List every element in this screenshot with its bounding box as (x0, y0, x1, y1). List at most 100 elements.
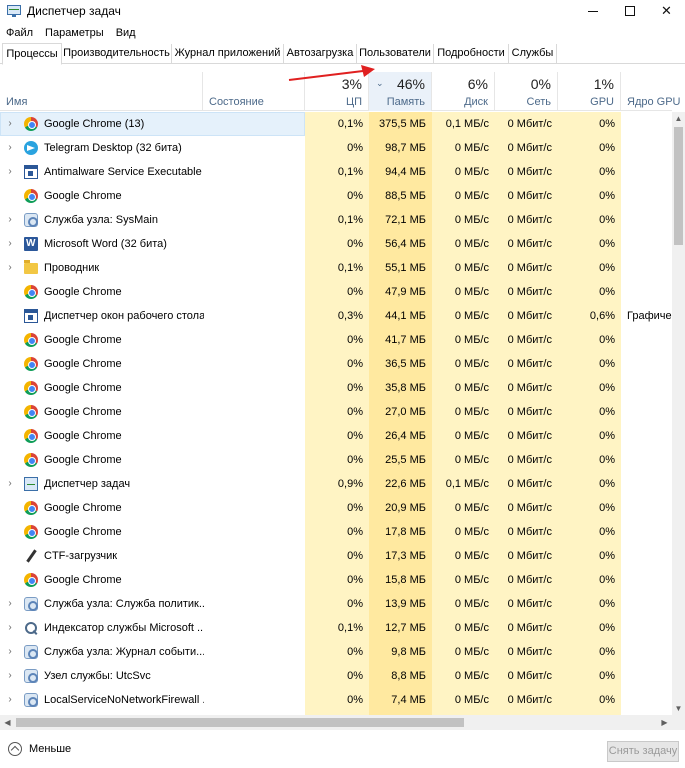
tab-startup[interactable]: Автозагрузка (284, 44, 357, 64)
process-row[interactable]: › LocalServiceNoNetworkFirewall ... 0% 7,4 … (0, 688, 672, 712)
cpu-value: 0,1% (337, 118, 363, 130)
process-row[interactable]: Диспетчер окон рабочего стола 0,3% 44,1 МБ… (0, 304, 672, 328)
end-task-button[interactable]: Снять задачу (607, 741, 679, 762)
process-row[interactable]: Google Chrome 0% 41,7 МБ 0 МБ/с 0 Мбит/с 0% (0, 328, 672, 352)
process-row[interactable]: › Служба узла: SysMain 0,1% 72,1 МБ 0 МБ/с 0 … (0, 208, 672, 232)
expand-chevron-icon[interactable]: › (5, 160, 15, 184)
horizontal-scroll-thumb[interactable] (16, 718, 464, 727)
memory-value: 41,7 МБ (385, 334, 426, 346)
tab-users[interactable]: Пользователи (357, 44, 434, 64)
expand-chevron-icon[interactable]: › (5, 112, 15, 136)
column-header-disk[interactable]: 6% Диск (432, 72, 495, 111)
gpu-value: 0% (599, 502, 615, 514)
maximize-button[interactable] (611, 0, 648, 22)
process-row[interactable]: › Диспетчер задач 0,9% 22,6 МБ 0,1 МБ/с 0 Мби… (0, 472, 672, 496)
cpu-value: 0% (347, 190, 363, 202)
network-value: 0 Мбит/с (507, 190, 552, 202)
process-row[interactable]: Google Chrome 0% 47,9 МБ 0 МБ/с 0 Мбит/с 0% (0, 280, 672, 304)
menu-options[interactable]: Параметры (39, 27, 110, 39)
expand-chevron-icon[interactable]: › (5, 592, 15, 616)
chrome-icon (24, 525, 38, 539)
process-row[interactable]: › Antimalware Service Executable 0,1% 94,4 … (0, 160, 672, 184)
menu-file[interactable]: Файл (0, 27, 39, 39)
column-header-gpu-engine[interactable]: Ядро GPU (621, 72, 681, 111)
process-row[interactable]: Google Chrome 0% 20,9 МБ 0 МБ/с 0 Мбит/с 0% (0, 496, 672, 520)
tab-strip: Процессы Производительность Журнал прило… (0, 43, 685, 65)
gpu-value: 0% (599, 358, 615, 370)
cpu-value: 0,1% (337, 214, 363, 226)
process-row[interactable]: › Индексатор службы Microsoft ... 0,1% 12,7… (0, 616, 672, 640)
process-row[interactable]: Google Chrome 0% 27,0 МБ 0 МБ/с 0 Мбит/с 0% (0, 400, 672, 424)
process-row[interactable]: › Проводник 0,1% 55,1 МБ 0 МБ/с 0 Мбит/с 0% (0, 256, 672, 280)
expand-chevron-icon[interactable]: › (5, 256, 15, 280)
memory-value: 375,5 МБ (379, 118, 426, 130)
column-header-name[interactable]: Имя (0, 72, 203, 111)
memory-value: 15,8 МБ (385, 574, 426, 586)
expand-chevron-icon[interactable]: › (5, 616, 15, 640)
chrome-icon (24, 381, 38, 395)
process-name: Служба узла: Служба политик... (44, 598, 204, 610)
expand-chevron-icon[interactable]: › (5, 232, 15, 256)
vertical-scrollbar[interactable]: ▲ ▼ (672, 112, 685, 715)
network-value: 0 Мбит/с (507, 358, 552, 370)
tab-services[interactable]: Службы (509, 44, 557, 64)
process-row[interactable]: › Служба узла: Служба политик... 0% 13,9 МБ… (0, 592, 672, 616)
window-icon (24, 309, 38, 323)
vertical-scroll-thumb[interactable] (674, 127, 683, 245)
expand-chevron-icon[interactable]: › (5, 640, 15, 664)
gpu-value: 0,6% (589, 310, 615, 322)
process-row[interactable]: Google Chrome 0% 35,8 МБ 0 МБ/с 0 Мбит/с 0% (0, 376, 672, 400)
close-button[interactable]: ✕ (648, 0, 685, 22)
process-row[interactable]: › Служба узла: Журнал событи... 0% 9,8 МБ 0 … (0, 640, 672, 664)
network-value: 0 Мбит/с (507, 262, 552, 274)
process-row[interactable]: Google Chrome 0% 88,5 МБ 0 МБ/с 0 Мбит/с 0% (0, 184, 672, 208)
process-row[interactable]: › Microsoft Word (32 бита) 0% 56,4 МБ 0 МБ/с… (0, 232, 672, 256)
tab-processes[interactable]: Процессы (2, 43, 62, 65)
memory-value: 55,1 МБ (385, 262, 426, 274)
process-row[interactable]: › Telegram Desktop (32 бита) 0% 98,7 МБ 0 МБ… (0, 136, 672, 160)
column-header-memory[interactable]: ⌄ 46% Память (369, 72, 432, 111)
disk-value: 0,1 МБ/с (445, 118, 489, 130)
network-value: 0 Мбит/с (507, 382, 552, 394)
process-row[interactable]: CTF-загрузчик 0% 17,3 МБ 0 МБ/с 0 Мбит/с 0% (0, 544, 672, 568)
menu-view[interactable]: Вид (110, 27, 142, 39)
cpu-value: 0% (347, 574, 363, 586)
process-row[interactable]: › Узел службы: UtcSvc 0% 8,8 МБ 0 МБ/с 0 Мбит… (0, 664, 672, 688)
expand-chevron-icon[interactable]: › (5, 472, 15, 496)
tab-details[interactable]: Подробности (434, 44, 509, 64)
expand-chevron-icon[interactable]: › (5, 136, 15, 160)
network-value: 0 Мбит/с (507, 478, 552, 490)
cpu-value: 0% (347, 646, 363, 658)
cpu-value: 0,9% (337, 478, 363, 490)
gpu-value: 0% (599, 526, 615, 538)
process-name: Google Chrome (44, 574, 122, 586)
column-header-gpu[interactable]: 1% GPU (558, 72, 621, 111)
memory-value: 12,7 МБ (385, 622, 426, 634)
process-row[interactable]: Google Chrome 0% 17,8 МБ 0 МБ/с 0 Мбит/с 0% (0, 520, 672, 544)
scroll-down-icon[interactable]: ▼ (672, 702, 685, 715)
process-row[interactable]: Google Chrome 0% 25,5 МБ 0 МБ/с 0 Мбит/с 0% (0, 448, 672, 472)
scroll-left-icon[interactable]: ◀ (0, 715, 15, 730)
process-row[interactable]: Google Chrome 0% 26,4 МБ 0 МБ/с 0 Мбит/с 0% (0, 424, 672, 448)
gpu-value: 0% (599, 238, 615, 250)
minimize-button[interactable] (574, 0, 611, 22)
horizontal-scrollbar[interactable]: ◀ ▶ (0, 715, 672, 730)
scroll-right-icon[interactable]: ▶ (657, 715, 672, 730)
tab-performance[interactable]: Производительность (62, 44, 172, 64)
gpu-engine-value (621, 376, 672, 400)
gpu-engine-value (621, 208, 672, 232)
process-name: Диспетчер окон рабочего стола (44, 310, 204, 322)
fewer-details-button[interactable]: Меньше (8, 742, 71, 756)
expand-chevron-icon[interactable]: › (5, 664, 15, 688)
process-row[interactable]: › Google Chrome (13) 0,1% 375,5 МБ 0,1 МБ/с 0… (0, 112, 672, 136)
gpu-engine-value (621, 544, 672, 568)
expand-chevron-icon[interactable]: › (5, 688, 15, 712)
column-header-network[interactable]: 0% Сеть (495, 72, 558, 111)
process-name: Google Chrome (44, 286, 122, 298)
process-row[interactable]: Google Chrome 0% 36,5 МБ 0 МБ/с 0 Мбит/с 0% (0, 352, 672, 376)
process-row[interactable]: Google Chrome 0% 15,8 МБ 0 МБ/с 0 Мбит/с 0% (0, 568, 672, 592)
scroll-up-icon[interactable]: ▲ (672, 112, 685, 125)
tab-app-history[interactable]: Журнал приложений (172, 44, 284, 64)
memory-value: 26,4 МБ (385, 430, 426, 442)
expand-chevron-icon[interactable]: › (5, 208, 15, 232)
